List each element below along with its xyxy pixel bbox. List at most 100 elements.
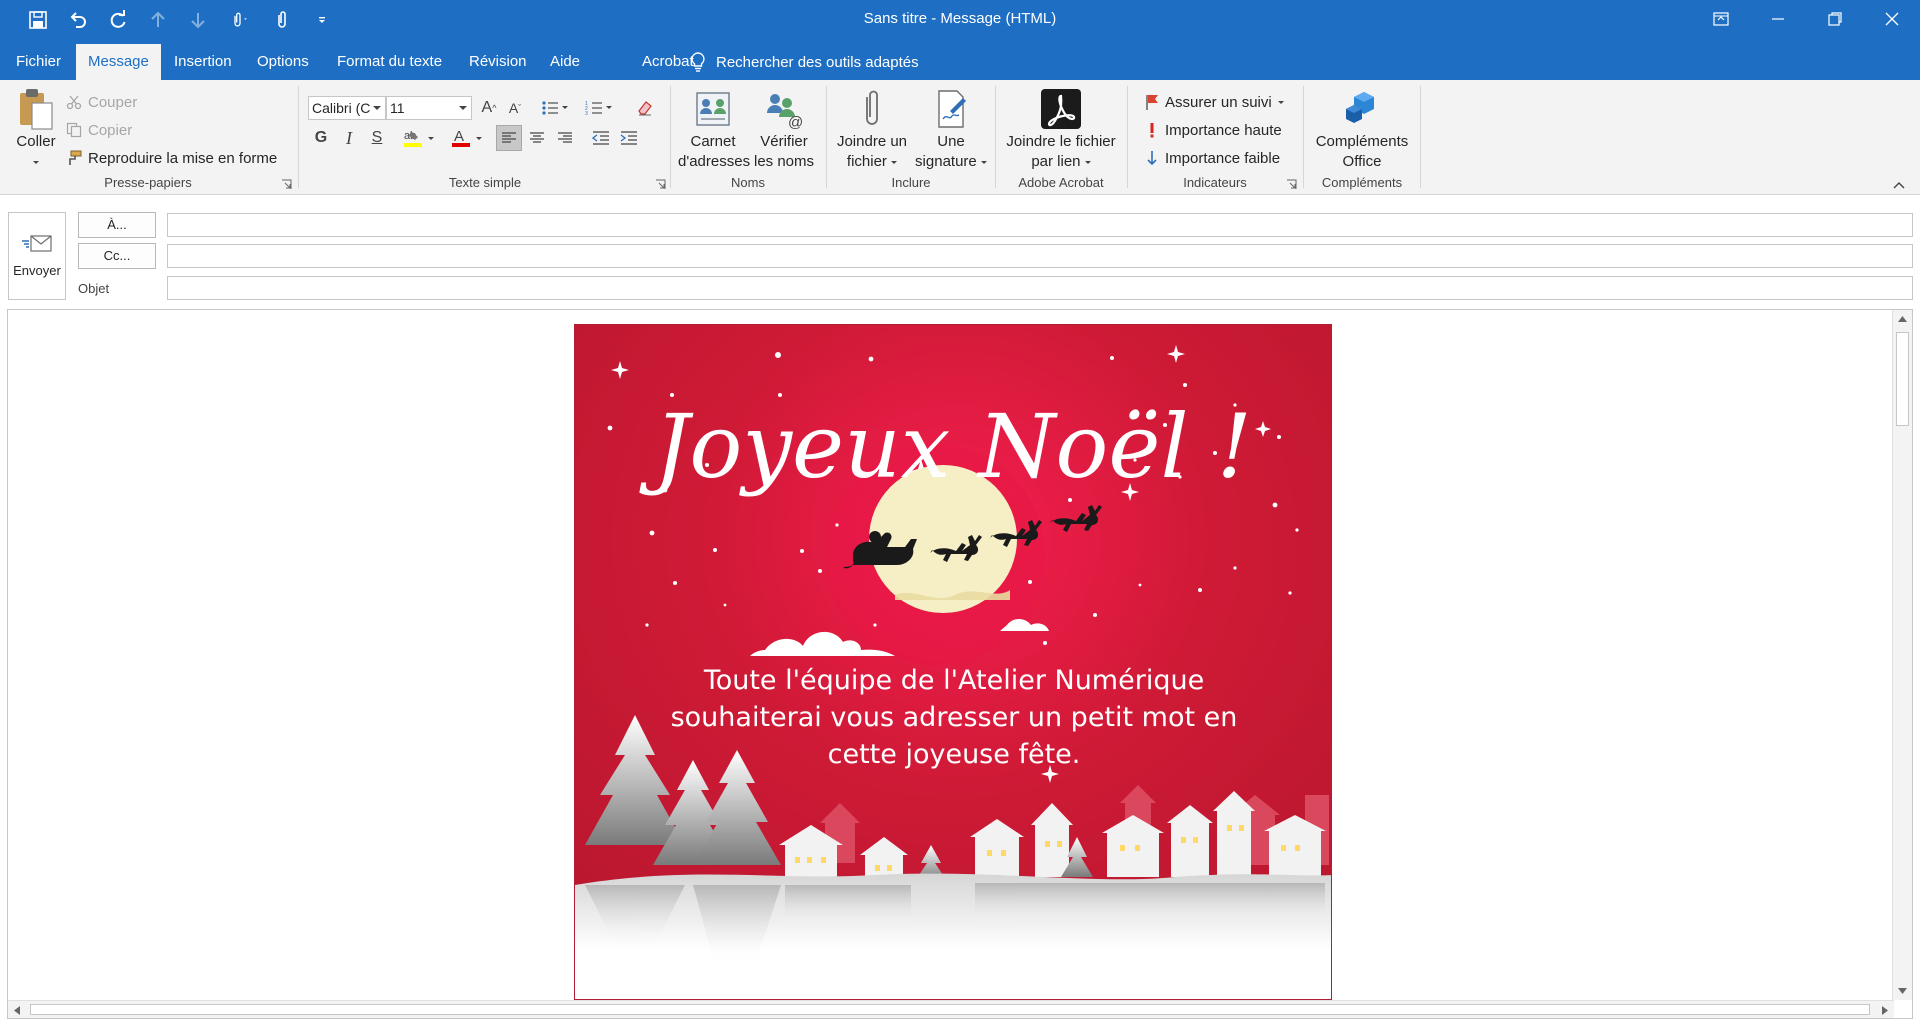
attach-by-link-button[interactable]: Joindre le fichier par lien — [999, 86, 1123, 172]
separator — [670, 86, 671, 188]
attach-file-button[interactable]: Joindre un fichier — [832, 86, 912, 172]
shrink-font-icon[interactable]: Aˇ — [502, 95, 528, 121]
cut-label: Couper — [88, 93, 138, 111]
low-importance-button[interactable]: Importance faible — [1145, 146, 1280, 170]
scroll-down-icon[interactable] — [1897, 987, 1908, 995]
vertical-scrollbar[interactable] — [1892, 310, 1912, 1000]
paste-button[interactable]: Coller — [8, 86, 64, 172]
paperclip-icon — [832, 86, 912, 132]
cut-button[interactable]: Couper — [66, 90, 137, 114]
attach-by-link-label-1: Joindre le fichier — [1006, 133, 1116, 150]
acrobat-icon — [999, 86, 1123, 132]
low-importance-label: Importance faible — [1165, 149, 1281, 167]
scroll-right-icon[interactable] — [1881, 1005, 1889, 1016]
to-button[interactable]: À... — [78, 212, 156, 238]
signature-icon — [912, 86, 990, 132]
italic-button[interactable]: I — [336, 125, 362, 151]
address-book-label-1: Carnet — [690, 133, 736, 150]
svg-text:A: A — [454, 128, 464, 145]
group-names: Carnet d'adresses @ Vérifier les noms No… — [672, 84, 824, 192]
tab-aide[interactable]: Aide — [538, 44, 592, 80]
send-icon — [9, 233, 65, 263]
check-names-button[interactable]: @ Vérifier les noms — [748, 86, 820, 172]
check-names-icon: @ — [748, 86, 820, 132]
office-addins-button[interactable]: Compléments Office — [1307, 86, 1417, 172]
underline-button[interactable]: S — [364, 125, 390, 151]
send-label: Envoyer — [13, 263, 61, 278]
cc-button[interactable]: Cc... — [78, 243, 156, 269]
scissors-icon — [66, 95, 82, 110]
title-bar: Sans titre - Message (HTML) — [0, 0, 1920, 40]
dialog-launcher-icon[interactable] — [281, 179, 292, 190]
grow-font-icon[interactable]: A ^ — [476, 95, 502, 121]
high-importance-button[interactable]: Importance haute — [1145, 118, 1282, 142]
group-basic-text: Calibri (C 11 A^ Aˇ 123 G I S ab A — [300, 84, 670, 192]
vertical-scroll-thumb[interactable] — [1896, 332, 1909, 426]
cc-field[interactable] — [167, 244, 1913, 268]
check-names-label-1: Vérifier — [760, 133, 808, 150]
flag-icon — [1146, 95, 1158, 110]
copy-button[interactable]: Copier — [66, 118, 132, 142]
signature-button[interactable]: Une signature — [912, 86, 990, 172]
group-include: Joindre un fichier Une signature Inclure — [828, 84, 994, 192]
attach-file-label-2: fichier — [846, 153, 887, 170]
numbering-icon[interactable]: 123 — [582, 95, 618, 121]
follow-up-button[interactable]: Assurer un suivi — [1145, 90, 1284, 114]
tab-insertion[interactable]: Insertion — [162, 44, 244, 80]
signature-label-2: signature — [915, 153, 977, 170]
restore-icon[interactable] — [1806, 0, 1863, 38]
paste-icon — [8, 86, 64, 132]
format-painter-label: Reproduire la mise en forme — [88, 149, 278, 167]
tab-options[interactable]: Options — [245, 44, 321, 80]
window-controls — [1692, 0, 1920, 38]
horizontal-scrollbar[interactable] — [8, 1000, 1894, 1018]
addins-group-label: Compléments — [1321, 175, 1403, 190]
format-painter-button[interactable]: Reproduire la mise en forme — [66, 146, 277, 170]
font-family-combo[interactable]: Calibri (C — [308, 96, 386, 120]
acrobat-group-label: Adobe Acrobat — [1018, 175, 1104, 190]
font-color-icon[interactable]: A — [448, 125, 488, 151]
horizontal-scroll-thumb[interactable] — [30, 1004, 1870, 1015]
align-center-icon[interactable] — [524, 125, 550, 151]
dialog-launcher-icon[interactable] — [1286, 179, 1297, 190]
tags-group-label: Indicateurs — [1183, 175, 1247, 190]
subject-field[interactable] — [167, 276, 1913, 300]
message-body[interactable]: Joyeux Noël ! Toute l'équipe de l'Atelie… — [7, 309, 1913, 1019]
align-right-icon[interactable] — [552, 125, 578, 151]
include-group-label: Inclure — [891, 175, 931, 190]
scroll-up-icon[interactable] — [1897, 315, 1908, 323]
ribbon-display-options-icon[interactable] — [1692, 0, 1749, 38]
copy-label: Copier — [88, 121, 133, 139]
subject-label: Objet — [78, 281, 110, 296]
tab-format-du-texte[interactable]: Format du texte — [325, 44, 454, 80]
window-title: Sans titre - Message (HTML) — [863, 10, 1057, 27]
tab-fichier[interactable]: Fichier — [4, 44, 73, 80]
clear-formatting-icon[interactable] — [632, 95, 658, 121]
copy-icon — [66, 122, 82, 138]
office-addins-label-2: Office — [1342, 153, 1382, 170]
tell-me-search[interactable]: Rechercher des outils adaptés — [690, 44, 919, 80]
highlight-color-icon[interactable]: ab — [400, 125, 440, 151]
bullets-icon[interactable] — [538, 95, 574, 121]
svg-text:@: @ — [788, 114, 803, 129]
collapse-ribbon-icon[interactable] — [1892, 180, 1906, 190]
tab-message[interactable]: Message — [76, 44, 161, 80]
card-message-line-3: cette joyeuse fête. — [827, 739, 1081, 770]
to-field[interactable] — [167, 213, 1913, 237]
scroll-left-icon[interactable] — [13, 1005, 21, 1016]
names-group-label: Noms — [731, 175, 765, 190]
dialog-launcher-icon[interactable] — [655, 179, 666, 190]
close-icon[interactable] — [1863, 0, 1920, 38]
align-left-icon[interactable] — [496, 125, 522, 151]
send-button[interactable]: Envoyer — [8, 212, 66, 300]
tell-me-label: Rechercher des outils adaptés — [716, 53, 919, 71]
font-size-combo[interactable]: 11 — [386, 96, 472, 120]
arrow-down-icon — [1147, 151, 1157, 166]
address-book-button[interactable]: Carnet d'adresses — [678, 86, 750, 172]
check-names-label-2: les noms — [753, 153, 815, 170]
minimize-icon[interactable] — [1749, 0, 1806, 38]
tab-revision[interactable]: Révision — [457, 44, 539, 80]
increase-indent-icon[interactable] — [616, 125, 642, 151]
bold-button[interactable]: G — [308, 125, 334, 151]
decrease-indent-icon[interactable] — [588, 125, 614, 151]
